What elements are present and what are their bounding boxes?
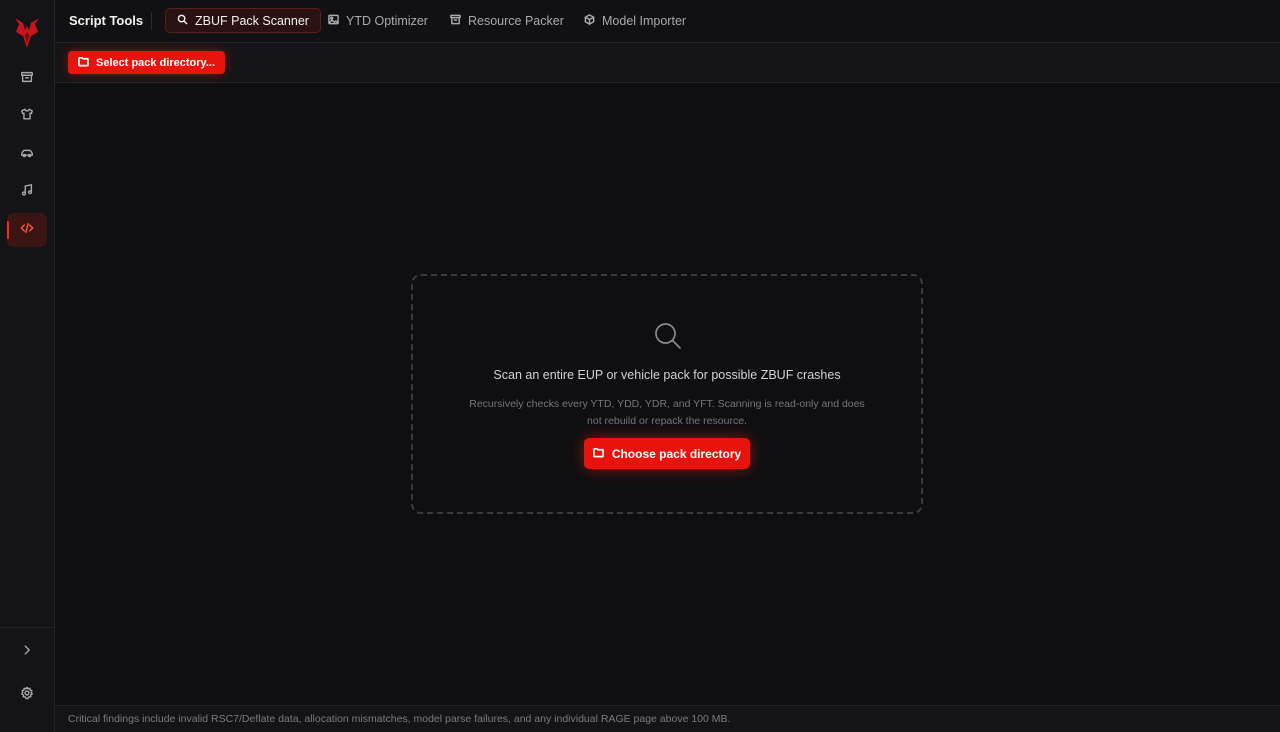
sidebar-item-audio[interactable] <box>7 175 47 209</box>
select-pack-directory-label: Select pack directory... <box>96 56 216 69</box>
action-toolbar: Select pack directory... <box>55 43 1280 83</box>
top-tab-bar: Script Tools ZBUF Pack Scanner YTD Optim… <box>55 0 1280 43</box>
status-footer: Critical findings include invalid RSC7/D… <box>55 705 1280 732</box>
archive-icon <box>20 70 34 89</box>
shirt-icon <box>20 107 34 126</box>
tab-label: Model Importer <box>602 13 687 28</box>
gear-icon <box>20 686 34 705</box>
folder-icon <box>592 447 604 461</box>
tab-label: YTD Optimizer <box>346 13 428 28</box>
choose-pack-directory-button[interactable]: Choose pack directory <box>584 438 750 469</box>
pack-drop-zone[interactable]: Scan an entire EUP or vehicle pack for p… <box>411 274 923 514</box>
red-wing-logo-icon[interactable] <box>13 14 41 50</box>
sidebar-divider <box>0 627 54 628</box>
app-window: Script Tools ZBUF Pack Scanner YTD Optim… <box>0 0 1280 732</box>
sidebar-expand-button[interactable] <box>7 635 47 669</box>
drop-zone-description: Recursively checks every YTD, YDD, YDR, … <box>469 398 865 427</box>
cube-icon <box>584 13 595 28</box>
search-icon <box>177 14 188 28</box>
choose-pack-directory-label: Choose pack directory <box>611 446 742 461</box>
sidebar-item-vehicles[interactable] <box>7 138 47 172</box>
archive-icon <box>450 14 461 28</box>
chevron-right-icon <box>20 643 34 662</box>
drop-zone-title: Scan an entire EUP or vehicle pack for p… <box>493 368 841 382</box>
footer-note: Critical findings include invalid RSC7/D… <box>68 713 731 725</box>
tab-resource-packer[interactable]: Resource Packer <box>439 8 575 33</box>
folder-icon <box>78 56 89 70</box>
select-pack-directory-button[interactable]: Select pack directory... <box>68 51 226 74</box>
title-separator <box>151 12 152 30</box>
sidebar-item-archive[interactable] <box>7 62 47 96</box>
code-icon <box>20 221 34 240</box>
music-note-icon <box>20 183 34 202</box>
tab-zbuf-pack-scanner[interactable]: ZBUF Pack Scanner <box>165 8 321 33</box>
car-icon <box>20 146 34 165</box>
sidebar-item-script-tools[interactable] <box>7 213 47 247</box>
tab-model-importer[interactable]: Model Importer <box>573 8 697 33</box>
sidebar-item-clothing[interactable] <box>7 99 47 133</box>
sidebar <box>0 0 55 732</box>
tab-label: Resource Packer <box>468 13 564 28</box>
search-icon <box>653 321 683 351</box>
tab-ytd-optimizer[interactable]: YTD Optimizer <box>317 8 439 33</box>
image-icon <box>328 14 339 28</box>
tab-label: ZBUF Pack Scanner <box>195 13 309 28</box>
sidebar-settings-button[interactable] <box>7 678 47 712</box>
page-title: Script Tools <box>69 13 144 28</box>
